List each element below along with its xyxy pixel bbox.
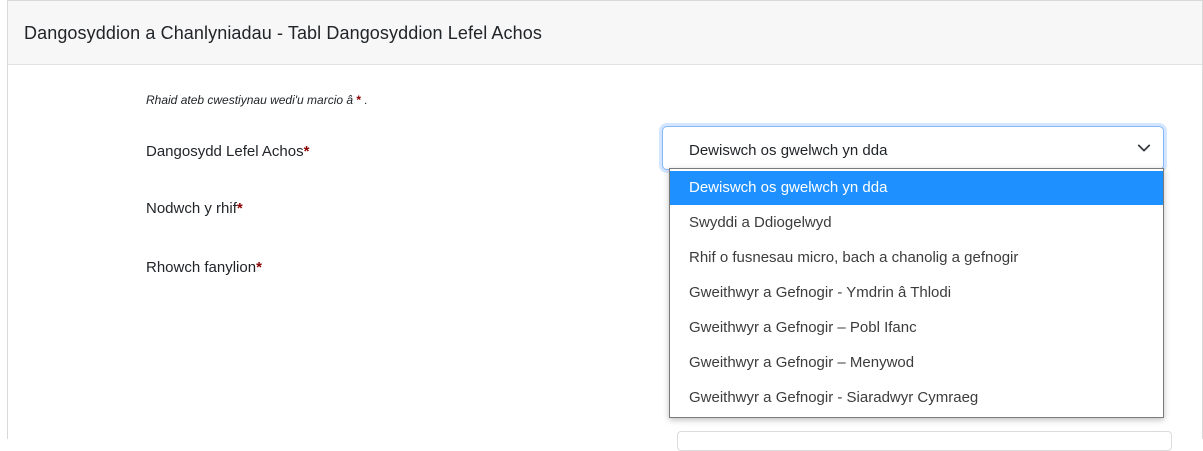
required-note: Rhaid ateb cwestiynau wedi'u marcio â * …: [146, 93, 368, 107]
select-dropdown-list: Dewiswch os gwelwch yn dda Swyddi a Ddio…: [669, 168, 1164, 418]
option-workers-poverty[interactable]: Gweithwyr a Gefnogir - Ymdrin â Thlodi: [670, 276, 1163, 310]
option-workers-welsh-speakers[interactable]: Gweithwyr a Gefnogir - Siaradwyr Cymraeg: [670, 381, 1163, 415]
case-level-indicator-select[interactable]: Dewiswch os gwelwch yn dda: [662, 126, 1164, 170]
label-text: Nodwch y rhif: [146, 200, 237, 217]
required-marker: *: [236, 200, 243, 217]
label-text: Rhowch fanylion: [146, 259, 257, 276]
details-textarea[interactable]: [677, 431, 1172, 451]
select-value: Dewiswch os gwelwch yn dda: [689, 142, 888, 159]
required-note-end: .: [364, 93, 368, 107]
option-workers-young-people[interactable]: Gweithwyr a Gefnogir – Pobl Ifanc: [670, 311, 1163, 345]
label-enter-number: Nodwch y rhif*: [146, 200, 243, 217]
option-please-select[interactable]: Dewiswch os gwelwch yn dda: [670, 171, 1163, 205]
card-title: Dangosyddion a Chanlyniadau - Tabl Dango…: [24, 23, 542, 43]
label-case-level-indicator: Dangosydd Lefel Achos*: [146, 143, 309, 160]
option-jobs-safeguarded[interactable]: Swyddi a Ddiogelwyd: [670, 206, 1163, 240]
card-header: Dangosyddion a Chanlyniadau - Tabl Dango…: [8, 1, 1202, 65]
required-marker: *: [303, 143, 310, 160]
required-note-text: Rhaid ateb cwestiynau wedi'u marcio â: [146, 93, 354, 107]
required-marker: *: [356, 93, 362, 107]
required-marker: *: [256, 259, 262, 276]
label-give-details: Rhowch fanylion*: [146, 259, 262, 276]
option-smes-supported[interactable]: Rhif o fusnesau micro, bach a chanolig a…: [670, 241, 1163, 275]
label-text: Dangosydd Lefel Achos: [146, 143, 304, 160]
chevron-down-icon: [1137, 144, 1151, 152]
option-workers-women[interactable]: Gweithwyr a Gefnogir – Menywod: [670, 346, 1163, 380]
